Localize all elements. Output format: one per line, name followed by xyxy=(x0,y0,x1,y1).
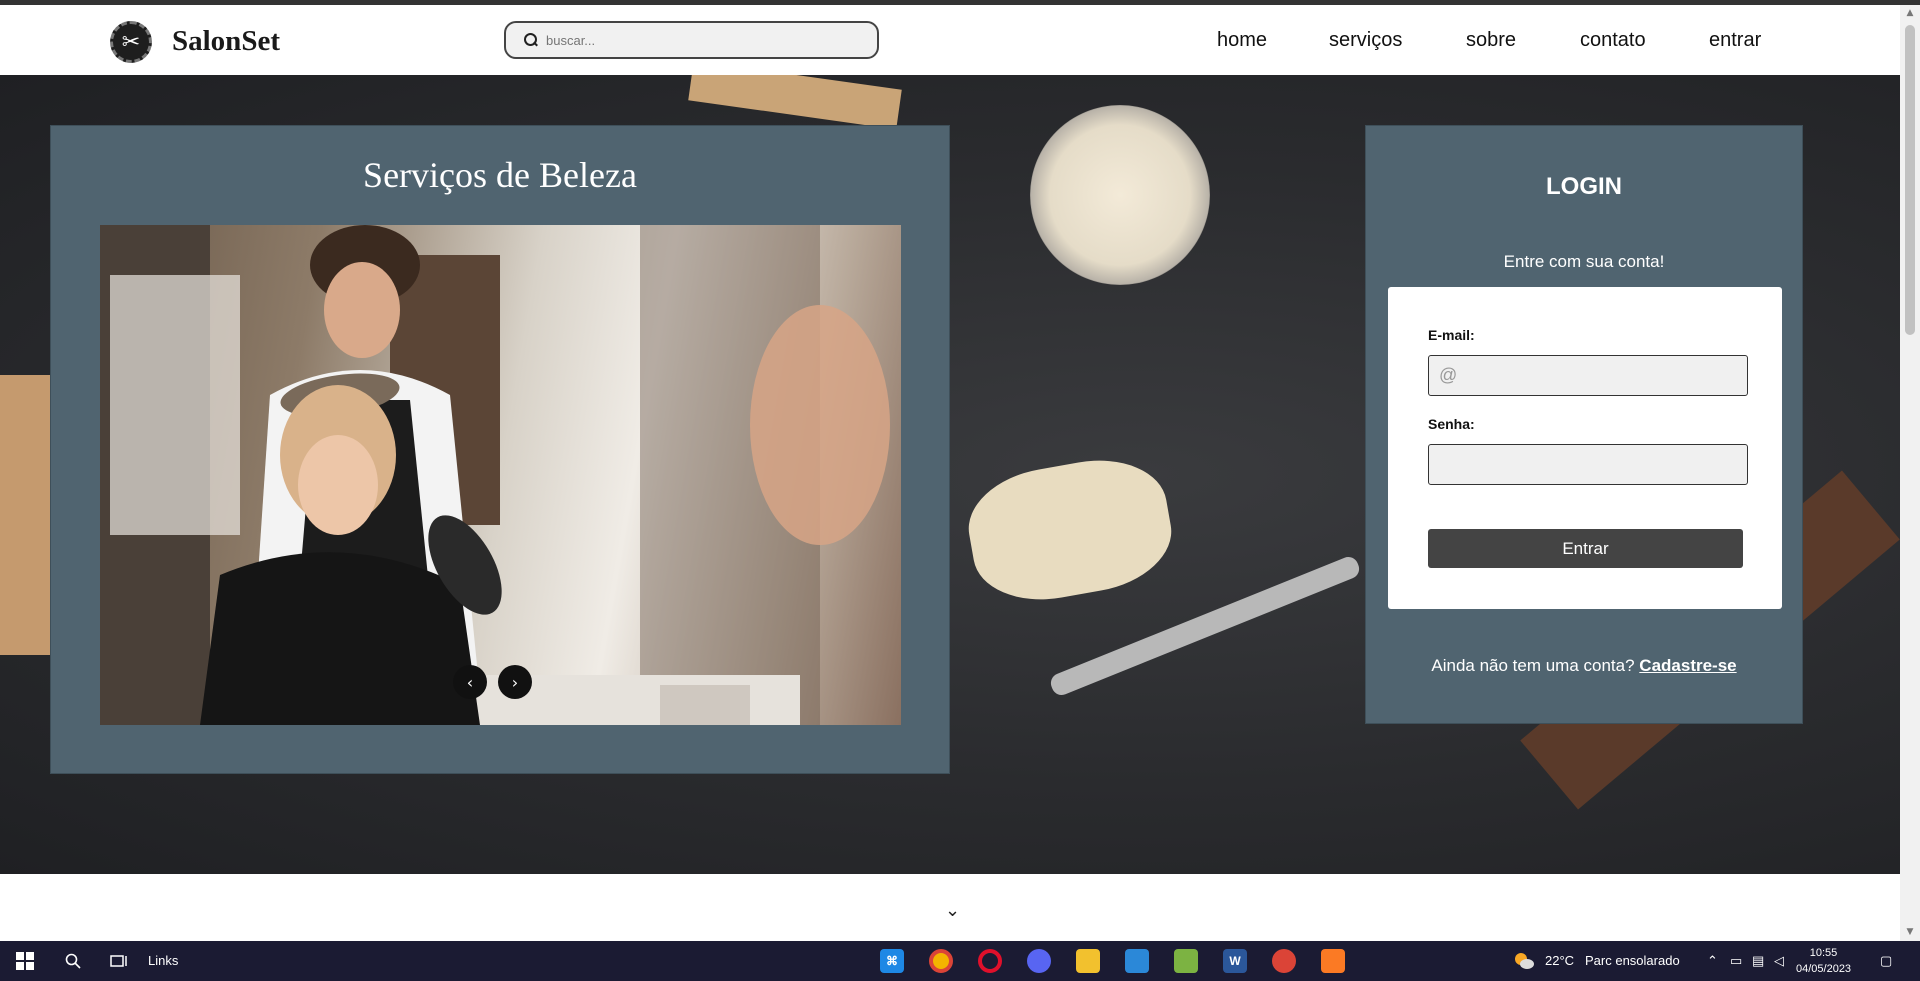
email-label: E-mail: xyxy=(1428,327,1475,343)
meet-now-icon[interactable]: ▭ xyxy=(1730,953,1742,969)
signup-text: Ainda não tem uma conta? xyxy=(1431,656,1635,675)
signup-prompt: Ainda não tem uma conta? Cadastre-se xyxy=(1366,656,1802,676)
weather-description[interactable]: Parc ensolarado xyxy=(1585,953,1680,968)
volume-icon[interactable]: ◁ xyxy=(1774,953,1784,969)
nav-sobre[interactable]: sobre xyxy=(1466,29,1516,52)
xampp-icon[interactable] xyxy=(1321,949,1345,973)
opera-icon[interactable] xyxy=(978,949,1002,973)
task-view-icon[interactable] xyxy=(108,949,130,973)
chevron-down-icon[interactable]: ⌄ xyxy=(945,900,960,921)
taskbar-links-label[interactable]: Links xyxy=(148,953,178,968)
chevron-left-icon: ‹ xyxy=(466,672,474,692)
network-icon[interactable]: ▤ xyxy=(1752,953,1764,969)
search-bar[interactable] xyxy=(504,21,879,59)
navbar: ✂ SalonSet home serviços sobre contato e… xyxy=(0,5,1900,75)
services-panel: Serviços de Beleza ‹ › xyxy=(50,125,950,774)
nav-contato[interactable]: contato xyxy=(1580,29,1646,52)
taskbar-search-icon[interactable] xyxy=(62,949,84,973)
carousel-next-button[interactable]: › xyxy=(498,665,532,699)
nav-home[interactable]: home xyxy=(1217,29,1267,52)
scroll-up-icon[interactable]: ▲ xyxy=(1900,5,1920,22)
services-carousel-image[interactable]: ‹ › xyxy=(100,225,901,725)
word-icon[interactable]: W xyxy=(1223,949,1247,973)
chevron-right-icon: › xyxy=(511,672,519,692)
weather-temperature[interactable]: 22°C xyxy=(1545,953,1574,968)
clock-time: 10:55 xyxy=(1809,947,1838,959)
password-label: Senha: xyxy=(1428,416,1475,432)
scissors-icon[interactable]: ✂ xyxy=(110,21,152,63)
nav-entrar[interactable]: entrar xyxy=(1709,29,1761,52)
scroll-thumb[interactable] xyxy=(1905,25,1915,335)
brand-name[interactable]: SalonSet xyxy=(172,25,280,58)
chrome-icon[interactable] xyxy=(929,949,953,973)
windows-taskbar: Links ⌘ W 22°C Parc ensolarado ⌃ ▭ ▤ ◁ 1… xyxy=(0,941,1920,981)
services-title: Serviços de Beleza xyxy=(363,155,637,195)
email-field[interactable]: @ xyxy=(1428,355,1748,396)
notification-icon[interactable]: ▢ xyxy=(1880,953,1892,969)
microsoft-store-icon[interactable] xyxy=(1125,949,1149,973)
taskbar-clock[interactable]: 10:55 04/05/2023 xyxy=(1796,945,1851,977)
signup-link[interactable]: Cadastre-se xyxy=(1639,656,1736,675)
background-brush xyxy=(960,448,1180,612)
carousel-prev-button[interactable]: ‹ xyxy=(453,665,487,699)
scroll-down-icon[interactable]: ▼ xyxy=(1900,924,1920,941)
windows-start-icon[interactable] xyxy=(14,949,36,973)
login-submit-button[interactable]: Entrar xyxy=(1428,529,1743,568)
background-comb xyxy=(688,75,902,130)
page-scrollbar[interactable]: ▲ ▼ xyxy=(1900,5,1920,941)
search-input[interactable] xyxy=(546,32,866,48)
bluestacks-icon[interactable] xyxy=(1174,949,1198,973)
login-panel: LOGIN Entre com sua conta! E-mail: @ Sen… xyxy=(1365,125,1803,724)
hero-section: Serviços de Beleza ‹ › LOGIN Entre com s… xyxy=(0,75,1900,874)
salon-photo xyxy=(100,225,890,725)
file-explorer-icon[interactable] xyxy=(1076,949,1100,973)
search-icon xyxy=(524,33,538,47)
login-form: E-mail: @ Senha: Entrar xyxy=(1388,287,1782,609)
background-jar xyxy=(1030,105,1210,285)
vscode-icon[interactable]: ⌘ xyxy=(880,949,904,973)
background-comb-left xyxy=(0,375,50,655)
password-field[interactable] xyxy=(1428,444,1748,485)
tray-chevron-icon[interactable]: ⌃ xyxy=(1707,953,1718,969)
discord-icon[interactable] xyxy=(1027,949,1051,973)
clock-date: 04/05/2023 xyxy=(1796,963,1852,975)
login-subtitle: Entre com sua conta! xyxy=(1503,252,1665,271)
weather-icon[interactable] xyxy=(1513,949,1535,973)
login-title: LOGIN xyxy=(1546,173,1622,200)
nav-servicos[interactable]: serviços xyxy=(1329,29,1402,52)
chrome-profile-icon[interactable] xyxy=(1272,949,1296,973)
